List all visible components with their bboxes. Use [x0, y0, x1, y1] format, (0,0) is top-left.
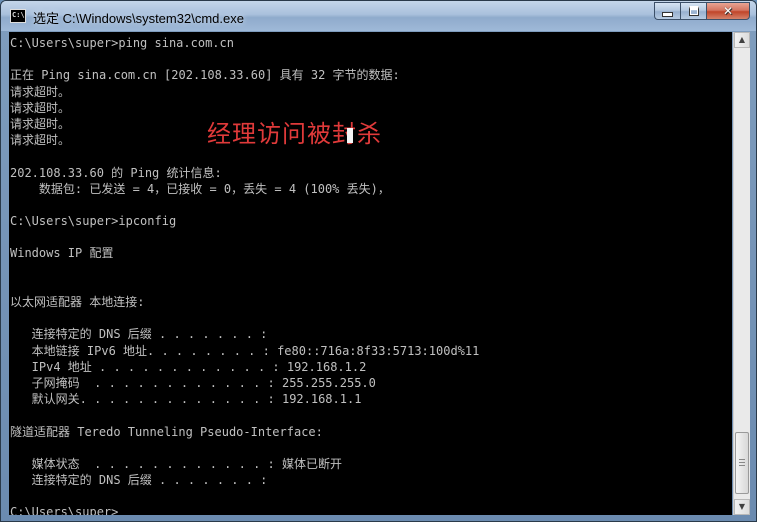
title-bar[interactable]: C:\ 选定 C:\Windows\system32\cmd.exe ✕: [1, 1, 756, 31]
overlay-annotation: 经理访问被封杀: [207, 120, 382, 148]
console-line: 子网掩码 . . . . . . . . . . . . : 255.255.2…: [10, 375, 376, 390]
console-output[interactable]: C:\Users\super>ping sina.com.cn 正在 Ping s…: [9, 32, 732, 515]
console-line: 202.108.33.60 的 Ping 统计信息:: [10, 165, 222, 180]
window-title: 选定 C:\Windows\system32\cmd.exe: [33, 11, 244, 26]
scroll-down-button[interactable]: ▼: [734, 499, 750, 515]
console-line: 数据包: 已发送 = 4，已接收 = 0，丢失 = 4 (100% 丢失)，: [10, 181, 390, 196]
maximize-icon: [688, 6, 699, 16]
scroll-thumb[interactable]: [735, 432, 749, 494]
console-line: C:\Users\super>: [10, 504, 479, 515]
cmd-window: C:\ 选定 C:\Windows\system32\cmd.exe ✕ C:\…: [0, 0, 757, 522]
text-selection-cursor: [347, 128, 353, 143]
cmd-console-icon[interactable]: C:\: [10, 9, 26, 23]
console-line: 隧道适配器 Teredo Tunneling Pseudo-Interface:: [10, 424, 323, 439]
maximize-button[interactable]: [680, 2, 706, 20]
console-line: C:\Users\super>ping sina.com.cn: [10, 36, 234, 50]
console-line: 正在 Ping sina.com.cn [202.108.33.60] 具有 3…: [10, 68, 400, 83]
console-line: 连接特定的 DNS 后缀 . . . . . . . :: [10, 327, 268, 342]
console-line: 连接特定的 DNS 后缀 . . . . . . . :: [10, 473, 268, 488]
console-lines: C:\Users\super>ping sina.com.cn 正在 Ping s…: [10, 35, 479, 515]
console-line: 请求超时。: [10, 84, 71, 99]
minimize-button[interactable]: [654, 2, 680, 20]
vertical-scrollbar[interactable]: ▲ ▼: [733, 32, 750, 515]
down-arrow-icon: ▼: [738, 502, 746, 511]
close-icon: ✕: [722, 4, 734, 18]
up-arrow-icon: ▲: [738, 35, 746, 44]
console-line: 媒体状态 . . . . . . . . . . . . : 媒体已断开: [10, 456, 342, 471]
scroll-up-button[interactable]: ▲: [734, 32, 750, 48]
console-line: IPv4 地址 . . . . . . . . . . . . : 192.16…: [10, 359, 367, 374]
grip-line: [739, 465, 745, 466]
close-button[interactable]: ✕: [706, 2, 750, 20]
console-line: 本地链接 IPv6 地址. . . . . . . . : fe80::716a…: [10, 343, 480, 358]
grip-line: [739, 462, 745, 463]
grip-line: [739, 459, 745, 460]
caption-buttons: ✕: [654, 2, 750, 22]
console-line: C:\Users\super>ipconfig: [10, 214, 177, 229]
console-line: 以太网适配器 本地连接:: [10, 295, 145, 309]
minimize-icon: [662, 11, 673, 17]
console-line: 默认网关. . . . . . . . . . . . . : 192.168.…: [10, 392, 362, 407]
console-line: Windows IP 配置: [10, 246, 114, 261]
